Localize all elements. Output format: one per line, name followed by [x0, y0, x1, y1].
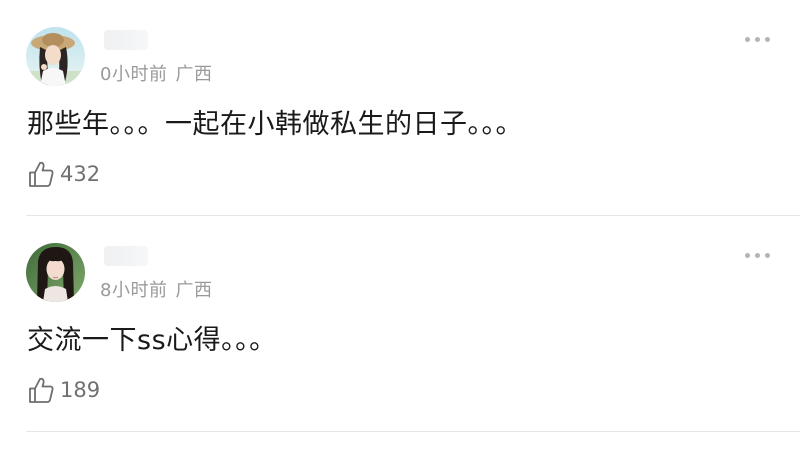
comment-location: 广西: [175, 280, 213, 301]
avatar[interactable]: [26, 243, 85, 302]
comment-location: 广西: [175, 64, 213, 85]
like-button[interactable]: 432: [27, 158, 100, 190]
username-placeholder[interactable]: [104, 246, 148, 266]
comment-meta: 0小时前 广西: [100, 60, 212, 86]
thumbs-up-icon: [29, 377, 54, 403]
comment-time: 8小时前: [100, 280, 168, 301]
like-count: 189: [60, 378, 101, 402]
avatar-image: [26, 243, 85, 302]
comment-time: 0小时前: [100, 64, 168, 85]
comment-feed: 0小时前 广西 那些年。。。一起在小韩做私生的日子。。。 432 8小时前 广西…: [0, 0, 800, 452]
comment-item: 8小时前 广西 交流一下ss心得。。。 189: [0, 216, 800, 432]
thumbs-up-icon: [29, 161, 54, 187]
comment-item: 0小时前 广西 那些年。。。一起在小韩做私生的日子。。。 432: [0, 0, 800, 216]
comment-text: 那些年。。。一起在小韩做私生的日子。。。: [27, 109, 523, 140]
avatar-image: [26, 27, 85, 86]
avatar[interactable]: [26, 27, 85, 86]
comment-meta: 8小时前 广西: [100, 276, 212, 302]
more-options-icon[interactable]: [744, 250, 772, 262]
username-placeholder[interactable]: [104, 30, 148, 50]
more-options-icon[interactable]: [744, 34, 772, 46]
divider: [26, 431, 800, 432]
comment-text: 交流一下ss心得。。。: [27, 325, 277, 356]
like-count: 432: [60, 162, 101, 186]
like-button[interactable]: 189: [27, 374, 100, 406]
